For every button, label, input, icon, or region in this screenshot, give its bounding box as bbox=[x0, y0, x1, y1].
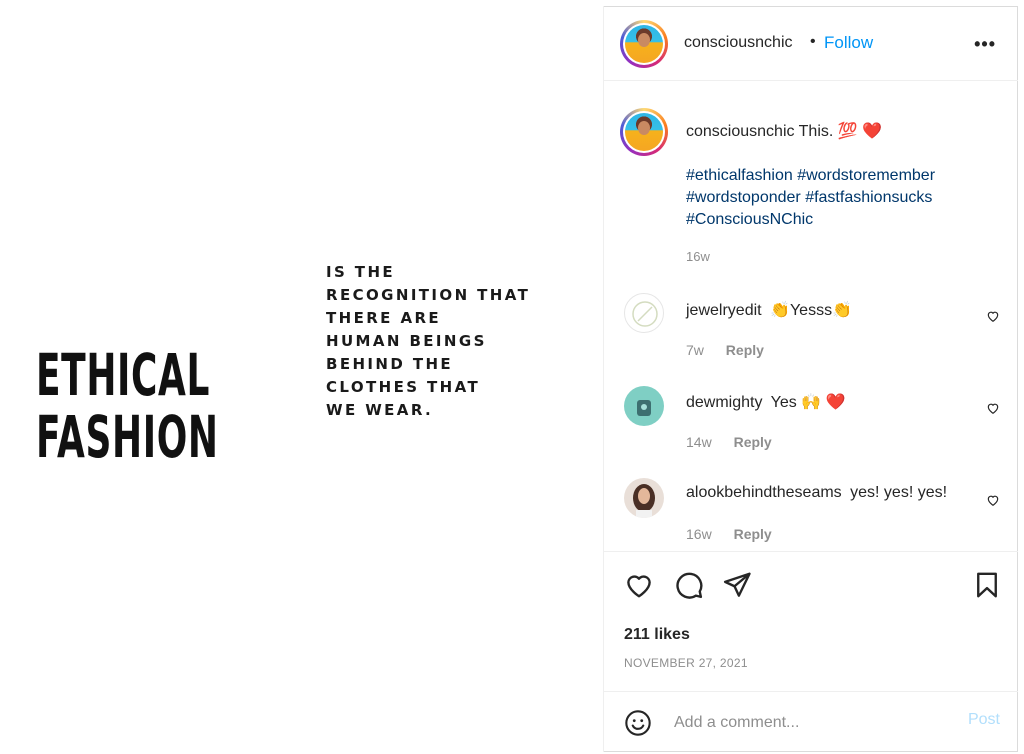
follow-button[interactable]: Follow bbox=[824, 33, 873, 53]
reply-button[interactable]: Reply bbox=[734, 434, 772, 450]
comment-text: yes! yes! yes! bbox=[850, 484, 948, 501]
comment-timestamp[interactable]: 14w bbox=[686, 434, 712, 450]
reply-button[interactable]: Reply bbox=[726, 342, 764, 358]
caption-text: This. 💯 ❤️ bbox=[798, 123, 883, 140]
comment-username[interactable]: dewmighty bbox=[686, 394, 762, 411]
heart-icon[interactable] bbox=[624, 570, 654, 600]
comment-input[interactable] bbox=[672, 709, 946, 737]
commenter-avatar[interactable] bbox=[624, 478, 664, 518]
quote-line: CLOTHES THAT bbox=[326, 378, 481, 396]
comment-username[interactable]: alookbehindtheseams bbox=[686, 484, 842, 501]
quote-line: BEHIND THE bbox=[326, 355, 454, 373]
comment-like-heart-icon[interactable] bbox=[986, 493, 1000, 507]
caption-username[interactable]: consciousnchic bbox=[686, 123, 795, 140]
post-image-title: ETHICAL FASHION bbox=[36, 344, 219, 468]
comment-text: 👏Yesss👏 bbox=[770, 302, 852, 319]
caption-line: consciousnchic This. 💯 ❤️ bbox=[686, 121, 882, 141]
paper-plane-icon[interactable] bbox=[722, 570, 752, 600]
caption-hashtags[interactable]: #ethicalfashion #wordstoremember #wordst… bbox=[686, 165, 996, 231]
author-username[interactable]: consciousnchic bbox=[684, 34, 793, 52]
comment-meta: 7w Reply bbox=[686, 342, 782, 358]
quote-line: IS THE bbox=[326, 263, 396, 281]
post-header: consciousnchic • Follow ••• bbox=[604, 6, 1018, 81]
quote-line: RECOGNITION THAT bbox=[326, 286, 531, 304]
caption-timestamp[interactable]: 16w bbox=[686, 249, 710, 264]
likes-count[interactable]: 211 likes bbox=[624, 626, 690, 644]
comment-line: dewmighty Yes 🙌 ❤️ bbox=[686, 392, 845, 412]
more-options-icon[interactable]: ••• bbox=[974, 34, 996, 55]
comment-text: Yes 🙌 ❤️ bbox=[770, 394, 846, 411]
reply-button[interactable]: Reply bbox=[734, 526, 772, 542]
post-side-panel: consciousnchic • Follow ••• consciousnch… bbox=[603, 6, 1018, 752]
post-comment-button[interactable]: Post bbox=[968, 711, 1000, 729]
separator-dot: • bbox=[810, 33, 816, 50]
comment-username[interactable]: jewelryedit bbox=[686, 302, 762, 319]
quote-line: WE WEAR. bbox=[326, 401, 434, 419]
comments-section[interactable]: consciousnchic This. 💯 ❤️ #ethicalfashio… bbox=[604, 81, 1018, 551]
post-date[interactable]: NOVEMBER 27, 2021 bbox=[624, 656, 748, 670]
comment-line: alookbehindtheseams yes! yes! yes! bbox=[686, 484, 947, 502]
author-avatar[interactable] bbox=[620, 20, 668, 68]
add-comment-bar: Post bbox=[604, 691, 1018, 752]
comment-line: jewelryedit 👏Yesss👏 bbox=[686, 300, 852, 320]
comment-timestamp[interactable]: 7w bbox=[686, 342, 704, 358]
comment-like-heart-icon[interactable] bbox=[986, 309, 1000, 323]
commenter-avatar[interactable] bbox=[624, 386, 664, 426]
post-image-title-line: FASHION bbox=[36, 403, 219, 471]
post-actions: 211 likes NOVEMBER 27, 2021 bbox=[604, 551, 1018, 691]
caption-avatar[interactable] bbox=[620, 108, 668, 156]
commenter-avatar[interactable] bbox=[624, 293, 664, 333]
post-image-quote: IS THE RECOGNITION THAT THERE ARE HUMAN … bbox=[326, 261, 530, 422]
smiley-icon[interactable] bbox=[624, 709, 652, 737]
comment-timestamp[interactable]: 16w bbox=[686, 526, 712, 542]
quote-line: THERE ARE bbox=[326, 309, 442, 327]
post-image-title-line: ETHICAL bbox=[36, 341, 211, 409]
quote-line: HUMAN BEINGS bbox=[326, 332, 487, 350]
post-image: ETHICAL FASHION IS THE RECOGNITION THAT … bbox=[6, 6, 603, 752]
comment-meta: 16w Reply bbox=[686, 526, 790, 542]
bookmark-icon[interactable] bbox=[972, 570, 1002, 600]
comment-meta: 14w Reply bbox=[686, 434, 790, 450]
comment-bubble-icon[interactable] bbox=[674, 570, 704, 600]
comment-like-heart-icon[interactable] bbox=[986, 401, 1000, 415]
